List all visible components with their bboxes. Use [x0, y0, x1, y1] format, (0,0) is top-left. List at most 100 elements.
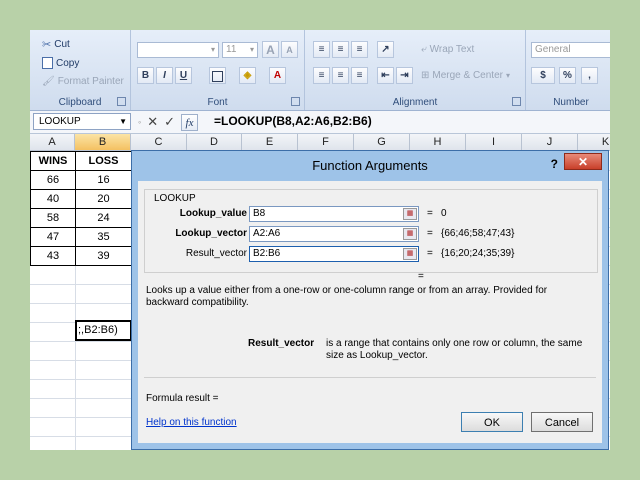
- result-vector-input[interactable]: B2:B6 ▦: [249, 246, 419, 262]
- wrap-text-icon: ⤶: [421, 44, 427, 55]
- table-cell[interactable]: 58: [30, 208, 76, 228]
- copy-button[interactable]: Copy: [42, 57, 79, 69]
- table-cell[interactable]: 47: [30, 227, 76, 247]
- font-size-combo[interactable]: 11 ▾: [222, 42, 258, 58]
- shrink-font-button[interactable]: A: [281, 41, 298, 58]
- formula-controls: ◦ ✕ ✓ fx: [138, 112, 199, 132]
- lookup-value-input[interactable]: B8 ▦: [249, 206, 419, 222]
- increase-indent-button[interactable]: ⇥: [396, 67, 413, 84]
- column-header-k[interactable]: K: [578, 134, 610, 151]
- column-header-f[interactable]: F: [298, 134, 354, 151]
- help-on-function-link[interactable]: Help on this function: [146, 417, 237, 428]
- chevron-down-icon: ▼: [119, 117, 127, 126]
- collapse-dialog-icon[interactable]: ▦: [403, 228, 417, 240]
- column-header-a[interactable]: A: [30, 134, 75, 151]
- font-color-button[interactable]: A: [269, 67, 286, 84]
- enter-entry-icon[interactable]: ✓: [164, 114, 175, 130]
- collapse-dialog-icon[interactable]: ▦: [403, 208, 417, 220]
- shrink-font-icon: A: [286, 45, 293, 55]
- table-cell[interactable]: 39: [75, 246, 132, 266]
- align-bottom-button[interactable]: ≡: [351, 41, 368, 58]
- table-cell[interactable]: 66: [30, 170, 76, 190]
- bold-button[interactable]: B: [137, 67, 154, 84]
- cancel-button[interactable]: Cancel: [531, 412, 593, 432]
- arguments-group: LOOKUP Lookup_value B8 ▦ = 0 Lookup_vect…: [144, 189, 598, 273]
- comma-icon: ,: [588, 70, 591, 81]
- grow-font-button[interactable]: A: [262, 41, 279, 58]
- column-header-i[interactable]: I: [466, 134, 522, 151]
- font-launcher-icon[interactable]: [291, 97, 300, 106]
- column-header-h[interactable]: H: [410, 134, 466, 151]
- parameter-description: is a range that contains only one row or…: [326, 338, 583, 361]
- percent-icon: %: [563, 70, 572, 81]
- merge-center-button[interactable]: ⊞ Merge & Center ▾: [421, 70, 510, 81]
- align-right-icon: ≡: [356, 70, 363, 81]
- lookup-vector-input[interactable]: A2:A6 ▦: [249, 226, 419, 242]
- table-cell[interactable]: 16: [75, 170, 132, 190]
- wrap-text-button[interactable]: ⤶ Wrap Text: [421, 44, 474, 55]
- collapse-dialog-icon[interactable]: ▦: [403, 248, 417, 260]
- table-cell[interactable]: 40: [30, 189, 76, 209]
- help-button[interactable]: ?: [551, 157, 558, 171]
- table-cell[interactable]: 20: [75, 189, 132, 209]
- orientation-button[interactable]: ↗: [377, 41, 394, 58]
- accounting-button[interactable]: $: [531, 67, 555, 84]
- clipboard-launcher-icon[interactable]: [117, 97, 126, 106]
- decrease-indent-icon: ⇤: [381, 70, 390, 81]
- column-header-c[interactable]: C: [131, 134, 187, 151]
- header-loss[interactable]: LOSS: [75, 151, 132, 171]
- bold-icon: B: [141, 70, 150, 81]
- font-group-label: Font: [207, 97, 228, 108]
- fill-color-button[interactable]: ◈: [239, 67, 256, 84]
- align-center-button[interactable]: ≡: [332, 67, 349, 84]
- font-name-combo[interactable]: ▾: [137, 42, 219, 58]
- align-middle-button[interactable]: ≡: [332, 41, 349, 58]
- number-group: General $ % , Number: [526, 30, 610, 110]
- lookup-value-label: Lookup_value: [179, 208, 247, 219]
- italic-icon: I: [163, 70, 166, 81]
- close-button[interactable]: ✕: [564, 153, 602, 170]
- table-cell[interactable]: 35: [75, 227, 132, 247]
- column-header-b[interactable]: B: [75, 134, 131, 151]
- column-header-g[interactable]: G: [354, 134, 410, 151]
- brush-icon: 🖌: [42, 76, 55, 87]
- lookup-vector-text: A2:A6: [253, 228, 281, 239]
- borders-icon: [212, 71, 223, 82]
- function-description: Looks up a value either from a one-row o…: [146, 285, 548, 308]
- header-wins[interactable]: WINS: [30, 151, 76, 171]
- merge-icon: ⊞: [421, 70, 430, 81]
- align-right-button[interactable]: ≡: [351, 67, 368, 84]
- table-cell[interactable]: 24: [75, 208, 132, 228]
- merge-center-label: Merge & Center: [432, 70, 503, 81]
- decrease-indent-button[interactable]: ⇤: [377, 67, 394, 84]
- column-header-d[interactable]: D: [187, 134, 242, 151]
- format-painter-button[interactable]: 🖌 Format Painter: [42, 76, 124, 87]
- active-cell[interactable]: ;,B2:B6): [75, 320, 132, 341]
- number-group-label: Number: [553, 97, 589, 108]
- column-header-j[interactable]: J: [522, 134, 578, 151]
- comma-button[interactable]: ,: [581, 67, 598, 84]
- cancel-entry-icon[interactable]: ✕: [147, 114, 158, 130]
- column-header-e[interactable]: E: [242, 134, 298, 151]
- italic-button[interactable]: I: [156, 67, 173, 84]
- name-box-value: LOOKUP: [39, 116, 81, 127]
- lookup-vector-label: Lookup_vector: [175, 228, 247, 239]
- number-format-combo[interactable]: General: [531, 42, 610, 58]
- insert-function-button[interactable]: fx: [181, 113, 199, 131]
- table-cell[interactable]: 43: [30, 246, 76, 266]
- more-icon: ◦: [138, 117, 142, 127]
- parameter-name: Result_vector: [248, 338, 315, 349]
- alignment-launcher-icon[interactable]: [512, 97, 521, 106]
- formula-input[interactable]: =LOOKUP(B8,A2:A6,B2:B6): [214, 114, 372, 128]
- orientation-icon: ↗: [381, 44, 390, 55]
- align-top-button[interactable]: ≡: [313, 41, 330, 58]
- ok-button[interactable]: OK: [461, 412, 523, 432]
- equals-sign: =: [427, 248, 433, 259]
- cut-button[interactable]: ✂ Cut: [42, 38, 70, 51]
- align-left-button[interactable]: ≡: [313, 67, 330, 84]
- name-box[interactable]: LOOKUP ▼: [33, 113, 131, 130]
- underline-button[interactable]: U: [175, 67, 192, 84]
- borders-button[interactable]: [209, 67, 226, 84]
- align-left-icon: ≡: [318, 70, 325, 81]
- percent-button[interactable]: %: [559, 67, 576, 84]
